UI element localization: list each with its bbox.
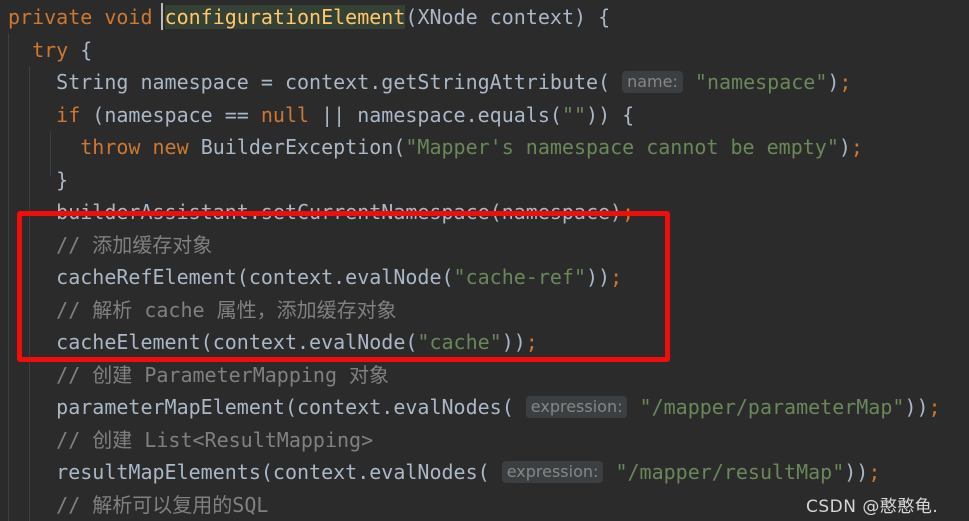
code-line[interactable]: throw new BuilderException("Mapper's nam… [8,131,863,163]
string-literal: "/mapper/resultMap" [615,460,845,484]
code-line[interactable]: private void configurationElement(XNode … [8,1,610,33]
code-token: cacheElement(context.evalNode( [56,330,418,354]
code-token: )) [585,265,611,289]
code-token: || namespace.equals( [309,102,562,127]
keyword: try [32,37,69,62]
code-token: )) [844,460,869,484]
parameter-hint-badge: expression: [501,461,604,483]
code-token: resultMapElements(context.evalNodes( [56,460,490,484]
code-line[interactable]: // 解析 cache 属性，添加缓存对象 [8,294,397,326]
code-line[interactable]: parameterMapElement(context.evalNodes( e… [8,391,941,423]
keyword: if [56,102,81,127]
code-comment: // 创建 ParameterMapping 对象 [56,362,390,387]
code-line[interactable]: builderAssistant.setCurrentNamespace(nam… [8,196,634,228]
keyword: null [260,102,310,127]
code-token: ; [850,135,863,159]
parameter-hint-badge: name: [622,71,683,93]
highlighted-identifier: configurationElement [164,5,406,29]
code-token: )) { [586,102,635,127]
code-token: XNode [417,5,478,29]
code-token: ( [393,135,406,159]
code-line[interactable]: try { [8,34,92,66]
code-token: ) [827,70,840,94]
code-line[interactable]: } [8,164,68,196]
string-literal: "/mapper/parameterMap" [639,395,905,419]
code-line[interactable]: // 创建 List<ResultMapping> [8,424,373,456]
code-token: builderAssistant.setCurrentNamespace(nam… [56,200,623,224]
code-token: ; [525,330,538,354]
code-comment: // 解析可以复用的SQL [56,492,269,517]
code-line[interactable]: String namespace = context.getStringAttr… [8,66,851,98]
code-line[interactable]: resultMapElements(context.evalNodes( exp… [8,456,880,488]
code-token: context) { [477,5,611,29]
keyword: private [8,5,93,29]
code-token: )) [904,395,929,419]
keyword: new [152,135,189,159]
code-token: )) [501,330,526,354]
keyword: throw [80,135,141,159]
parameter-hint-badge: expression: [525,396,628,418]
code-token: ; [610,265,623,289]
code-token: String [56,70,129,94]
code-token: parameterMapElement(context.evalNodes( [56,395,514,419]
code-comment: // 添加缓存对象 [56,232,213,257]
code-line[interactable]: // 添加缓存对象 [8,229,212,261]
code-token: ; [839,70,852,94]
string-literal: "cache" [417,330,502,354]
string-literal: "" [561,102,587,127]
code-token: ; [622,200,635,224]
code-comment: // 创建 List<ResultMapping> [56,427,374,452]
code-token: { [68,37,93,62]
string-literal: "cache-ref" [453,265,586,289]
code-token: ( [405,5,418,29]
text-caret [161,3,163,30]
code-token: ; [868,460,881,484]
string-literal: "Mapper's namespace cannot be empty" [405,135,839,159]
code-line[interactable]: // 创建 ParameterMapping 对象 [8,359,389,391]
code-line[interactable]: // 解析可以复用的SQL [8,489,268,521]
code-line[interactable]: cacheElement(context.evalNode("cache")); [8,326,538,358]
code-line[interactable]: if (namespace == null || namespace.equal… [8,99,634,131]
code-token: namespace = context.getStringAttribute( [128,70,611,94]
code-token: ) [838,135,851,159]
code-token: cacheRefElement(context.evalNode( [56,265,454,289]
code-token: } [56,167,69,192]
csdn-watermark: CSDN @憨憨龟. [806,497,939,517]
code-editor[interactable]: private void configurationElement(XNode … [0,0,969,521]
code-token: BuilderException [200,135,394,159]
code-token: ; [928,395,941,419]
code-line[interactable]: cacheRefElement(context.evalNode("cache-… [8,261,622,293]
code-token: (namespace == [80,102,261,127]
keyword: void [104,5,153,29]
code-comment: // 解析 cache 属性，添加缓存对象 [56,297,397,322]
string-literal: "namespace" [694,70,828,94]
